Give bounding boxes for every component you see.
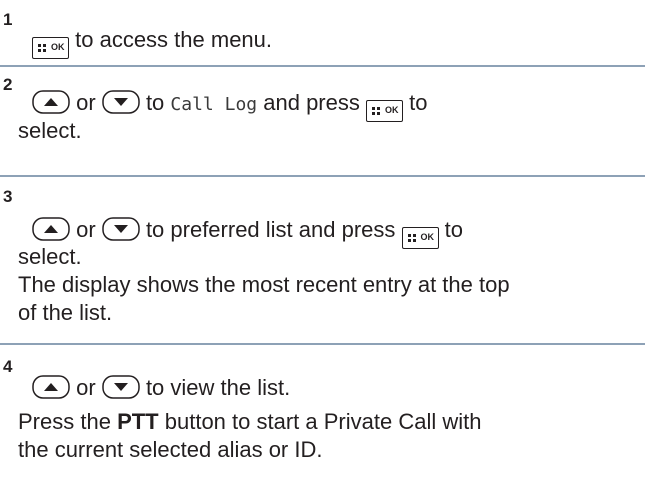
menu-ok-key-icon: OK: [401, 227, 439, 249]
divider: [0, 175, 645, 177]
up-arrow-key-icon: [32, 90, 70, 114]
step-line: Press the PTT button to start a Private …: [18, 409, 482, 434]
step-line: OK to access the menu.: [32, 27, 272, 59]
down-arrow-key-icon: [102, 217, 140, 241]
down-arrow-key-icon: [102, 90, 140, 114]
step-number: 3: [3, 187, 13, 206]
divider: [0, 343, 645, 345]
step-line: or to view the list.: [32, 375, 290, 401]
up-arrow-key-icon: [32, 217, 70, 241]
step-number: 2: [3, 75, 13, 94]
step-line: the current selected alias or ID.: [18, 437, 323, 462]
step-number: 4: [3, 357, 13, 376]
ptt-button-name: PTT: [117, 409, 159, 434]
step-number: 1: [3, 10, 13, 29]
step-line: select.: [18, 118, 82, 143]
step-line: or to preferred list and press OK to: [32, 217, 463, 249]
menu-ok-key-icon: OK: [366, 100, 403, 122]
note-line: of the list.: [18, 300, 113, 325]
divider: [0, 65, 645, 67]
down-arrow-key-icon: [102, 375, 140, 399]
up-arrow-key-icon: [32, 375, 70, 399]
menu-ok-key-icon: OK: [32, 37, 69, 59]
menu-item-name: Call Log: [170, 94, 258, 115]
note-line: The display shows the most recent entry …: [18, 272, 510, 297]
step-line: select.: [18, 244, 82, 269]
step-line: or to Call Log and press OK to: [32, 90, 427, 122]
